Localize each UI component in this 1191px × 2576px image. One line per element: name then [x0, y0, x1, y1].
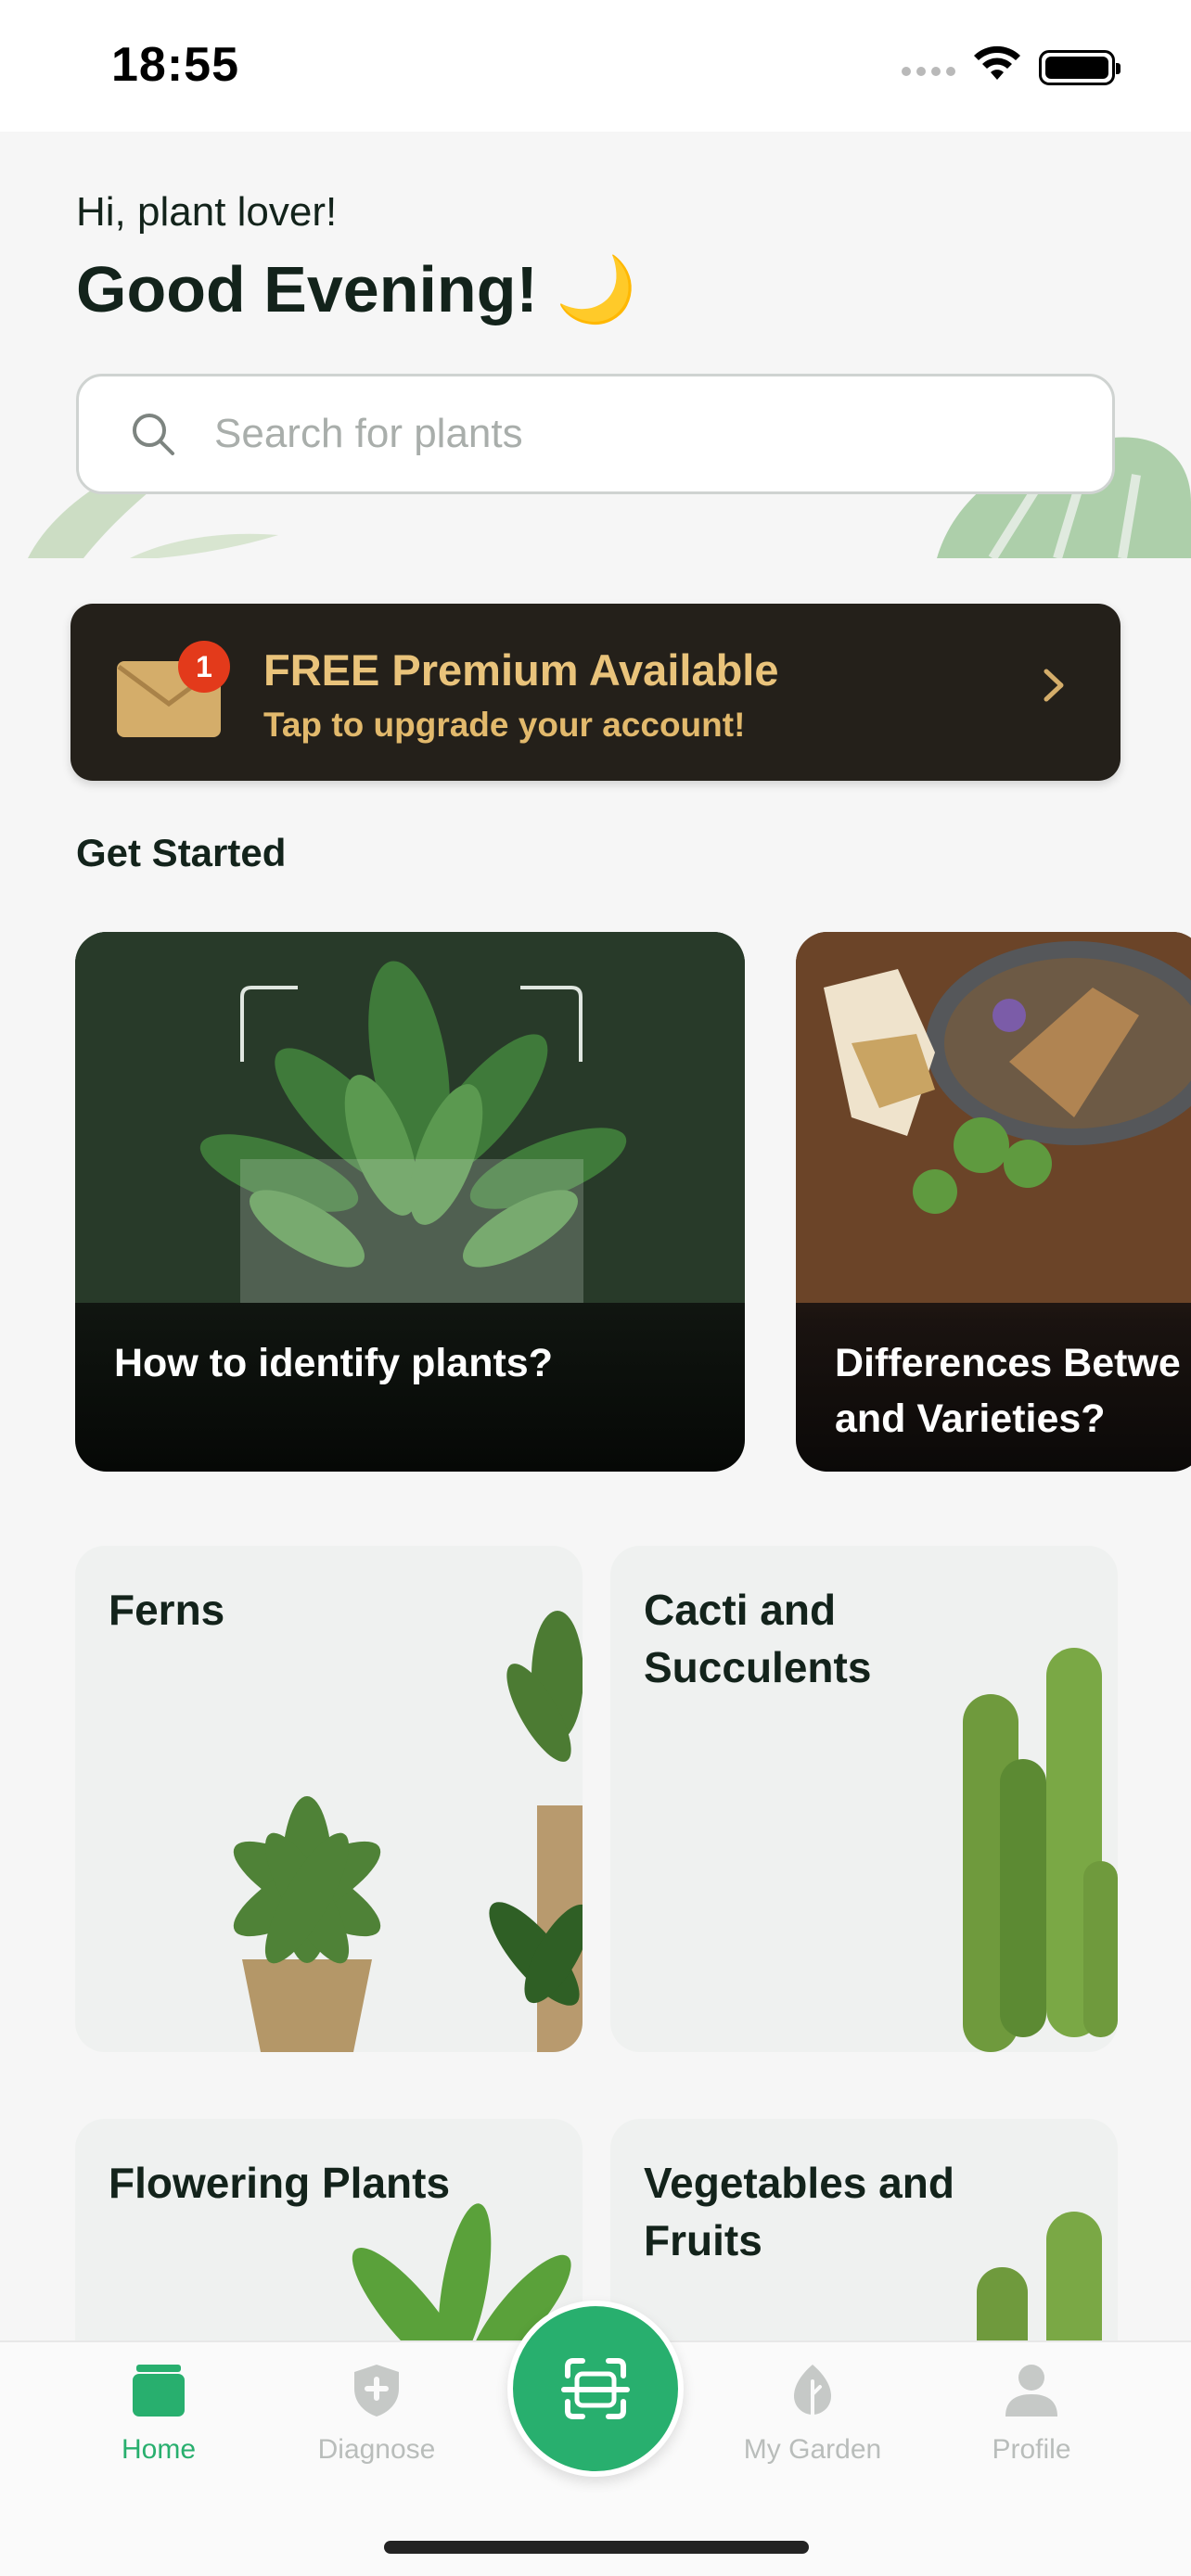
greeting-text: Hi, plant lover!	[76, 189, 338, 235]
leaf-icon	[794, 2365, 831, 2420]
chevron-right-icon	[1044, 669, 1064, 702]
page-title: Good Evening! 🌙	[76, 253, 637, 325]
tab-label: Home	[121, 2434, 197, 2465]
status-time: 18:55	[111, 38, 239, 92]
premium-title: FREE Premium Available	[263, 645, 779, 695]
scan-button[interactable]	[507, 2301, 684, 2477]
status-bar: 18:55	[0, 0, 1191, 132]
tab-label: Profile	[992, 2434, 1071, 2465]
scan-icon	[561, 2358, 630, 2419]
battery-icon	[1039, 50, 1121, 85]
cactus-plant-image	[963, 1648, 1118, 2052]
fern-plant-image	[233, 1611, 583, 2052]
plant-photo-image	[75, 932, 745, 1303]
category-tile-ferns[interactable]: Ferns	[75, 1546, 583, 2052]
search-input[interactable]: Search for plants	[76, 374, 1115, 494]
tab-profile[interactable]: Profile	[939, 2361, 1124, 2466]
shield-plus-icon	[354, 2365, 399, 2417]
tab-label: Diagnose	[317, 2434, 436, 2465]
card-title-line-1: Differences Betwe	[835, 1341, 1181, 1385]
card-title: How to identify plants?	[114, 1341, 553, 1385]
wifi-icon	[974, 45, 1020, 80]
home-indicator[interactable]	[384, 2541, 809, 2554]
gardening-photo-image	[796, 932, 1191, 1303]
premium-banner[interactable]: 1 FREE Premium Available Tap to upgrade …	[70, 604, 1121, 781]
tab-my-garden[interactable]: My Garden	[720, 2361, 905, 2466]
tab-label: My Garden	[743, 2434, 882, 2465]
tab-home[interactable]: Home	[66, 2361, 251, 2466]
category-tile-cacti[interactable]: Cacti and Succulents	[610, 1546, 1118, 2052]
header: Hi, plant lover! Good Evening! 🌙 Search …	[0, 132, 1191, 558]
search-placeholder: Search for plants	[214, 411, 523, 456]
search-icon	[133, 414, 174, 455]
premium-subtitle: Tap to upgrade your account!	[263, 706, 746, 744]
get-started-card-differences[interactable]: Differences Betwe and Varieties?	[796, 932, 1191, 1472]
card-title-line-2: and Varieties?	[835, 1396, 1106, 1441]
tab-diagnose[interactable]: Diagnose	[284, 2361, 469, 2466]
home-icon	[133, 2365, 185, 2417]
section-title-get-started: Get Started	[76, 831, 287, 874]
get-started-card-identify[interactable]: How to identify plants?	[75, 932, 745, 1472]
notification-badge: 1	[178, 641, 230, 693]
person-icon	[1005, 2365, 1057, 2417]
cellular-signal-icon	[902, 67, 955, 76]
